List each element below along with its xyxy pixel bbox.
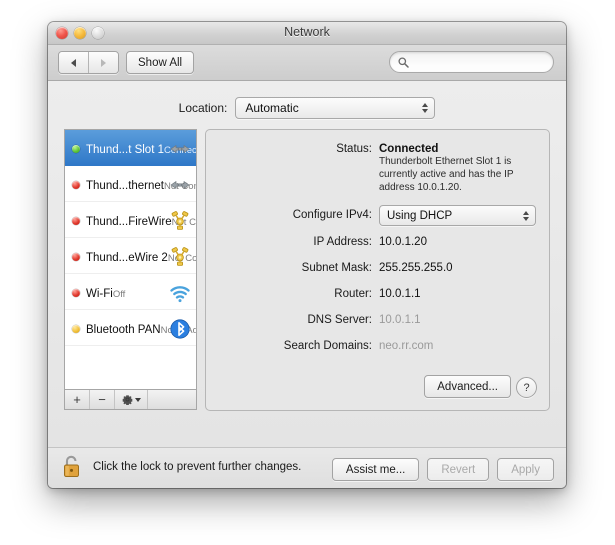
service-name: Wi-Fi: [86, 288, 113, 300]
help-button[interactable]: ?: [516, 377, 537, 398]
location-label: Location:: [178, 101, 228, 115]
service-name: Thund...FireWire: [86, 216, 172, 228]
search-icon: [398, 56, 409, 68]
service-list-toolbar: + −: [64, 389, 197, 410]
lock-text: Click the lock to prevent further change…: [93, 461, 302, 473]
search-input[interactable]: [413, 55, 542, 69]
dns-server-label: DNS Server:: [307, 314, 372, 326]
chevron-updown-icon: [422, 103, 429, 113]
configure-ipv4-row: Configure IPv4: Using DHCP: [206, 205, 549, 226]
service-name: Thund...thernet: [86, 180, 164, 192]
location-row: Location: Automatic: [48, 97, 566, 119]
chevron-down-icon: [134, 397, 141, 402]
service-actions-button[interactable]: [115, 390, 148, 409]
subnet-mask-value: 255.255.255.0: [379, 262, 453, 274]
remove-service-label: −: [98, 392, 106, 407]
revert-button: Revert: [427, 458, 490, 481]
show-all-label: Show All: [138, 56, 183, 69]
preferences-content: Location: Automatic Thund...t Slot 1Conn…: [48, 81, 566, 447]
search-domains-row: Search Domains: neo.rr.com: [206, 339, 549, 354]
service-list[interactable]: Thund...t Slot 1ConnectedThund...thernet…: [64, 129, 197, 389]
service-icon: [168, 281, 192, 305]
dns-server-row: DNS Server: 10.0.1.1: [206, 313, 549, 328]
add-service-button[interactable]: +: [65, 390, 90, 409]
apply-label: Apply: [511, 463, 540, 476]
chevron-updown-icon: [523, 210, 529, 221]
network-preferences-window: Network Show All Location: Automatic Thu…: [48, 22, 566, 488]
advanced-label: Advanced...: [437, 380, 498, 393]
service-list-item[interactable]: Thund...eWire 2Not Connected: [65, 238, 196, 274]
status-indicator-dot: [72, 181, 80, 189]
location-value: Automatic: [245, 101, 299, 115]
status-indicator-dot: [72, 253, 80, 261]
lock-area[interactable]: Click the lock to prevent further change…: [62, 454, 301, 480]
status-indicator-dot: [72, 217, 80, 225]
forward-button: [88, 52, 118, 73]
router-label: Router:: [334, 288, 372, 300]
show-all-button[interactable]: Show All: [126, 51, 195, 74]
service-icon: [168, 173, 192, 197]
status-indicator-dot: [72, 145, 80, 153]
service-status: Off: [112, 289, 126, 300]
assist-me-button[interactable]: Assist me...: [331, 458, 420, 481]
back-arrow-icon: [71, 58, 76, 67]
service-icon: [168, 137, 192, 161]
status-label: Status:: [336, 143, 372, 155]
window-titlebar: Network: [48, 22, 566, 45]
unlocked-padlock-icon[interactable]: [62, 454, 84, 480]
configure-ipv4-label: Configure IPv4:: [292, 209, 372, 221]
advanced-button[interactable]: Advanced...: [424, 375, 511, 398]
status-indicator-dot: [72, 289, 80, 297]
service-name: Thund...eWire 2: [86, 252, 168, 264]
navigation-buttons: [58, 51, 119, 74]
search-domains-value[interactable]: neo.rr.com: [379, 339, 433, 354]
firewire-icon: [171, 247, 189, 266]
configure-ipv4-value: Using DHCP: [387, 209, 453, 222]
service-list-item[interactable]: Bluetooth PANNo IP Address: [65, 310, 196, 346]
thunderbolt-ethernet-icon: [170, 181, 190, 189]
gear-icon: [122, 395, 132, 405]
search-field[interactable]: [389, 51, 554, 73]
remove-service-button[interactable]: −: [90, 390, 115, 409]
footer-bar: Click the lock to prevent further change…: [48, 447, 566, 488]
configure-ipv4-popup-button[interactable]: Using DHCP: [379, 205, 536, 226]
ip-address-row: IP Address: 10.0.1.20: [206, 235, 549, 250]
service-list-item[interactable]: Wi-FiOff: [65, 274, 196, 310]
subnet-mask-row: Subnet Mask: 255.255.255.0: [206, 261, 549, 276]
revert-label: Revert: [441, 463, 476, 476]
toolbar: Show All: [48, 45, 566, 81]
service-name: Thund...t Slot 1: [86, 144, 164, 156]
apply-button: Apply: [497, 458, 554, 481]
wifi-icon: [170, 286, 190, 303]
status-description: Thunderbolt Ethernet Slot 1 is currently…: [379, 156, 514, 193]
subnet-mask-label: Subnet Mask:: [301, 262, 372, 274]
thunderbolt-ethernet-icon: [170, 145, 190, 153]
assist-me-label: Assist me...: [345, 463, 406, 476]
service-list-item[interactable]: Thund...t Slot 1Connected: [65, 130, 196, 166]
service-sidebar: Thund...t Slot 1ConnectedThund...thernet…: [64, 129, 197, 411]
service-list-item[interactable]: Thund...FireWireNot Connected: [65, 202, 196, 238]
ip-address-label: IP Address:: [313, 236, 372, 248]
add-service-label: +: [73, 392, 81, 407]
service-name: Bluetooth PAN: [86, 324, 161, 336]
service-list-item[interactable]: Thund...thernetNot Connected: [65, 166, 196, 202]
back-button[interactable]: [59, 52, 88, 73]
search-domains-label: Search Domains:: [283, 340, 372, 352]
status-indicator-dot: [72, 325, 80, 333]
service-icon: [168, 209, 192, 233]
footer-buttons: Assist me... Revert Apply: [331, 458, 554, 481]
service-icon: [168, 317, 192, 341]
window-title: Network: [284, 25, 330, 39]
location-popup-button[interactable]: Automatic: [235, 97, 436, 119]
ip-address-value: 10.0.1.20: [379, 236, 427, 248]
service-detail-panel: Status: Connected Thunderbolt Ethernet S…: [205, 129, 550, 411]
dns-server-value[interactable]: 10.0.1.1: [379, 313, 421, 328]
firewire-icon: [171, 211, 189, 230]
help-label: ?: [523, 381, 530, 394]
forward-arrow-icon: [101, 58, 106, 67]
service-icon: [168, 245, 192, 269]
router-value: 10.0.1.1: [379, 288, 421, 300]
bluetooth-icon: [170, 319, 190, 339]
router-row: Router: 10.0.1.1: [206, 287, 549, 302]
